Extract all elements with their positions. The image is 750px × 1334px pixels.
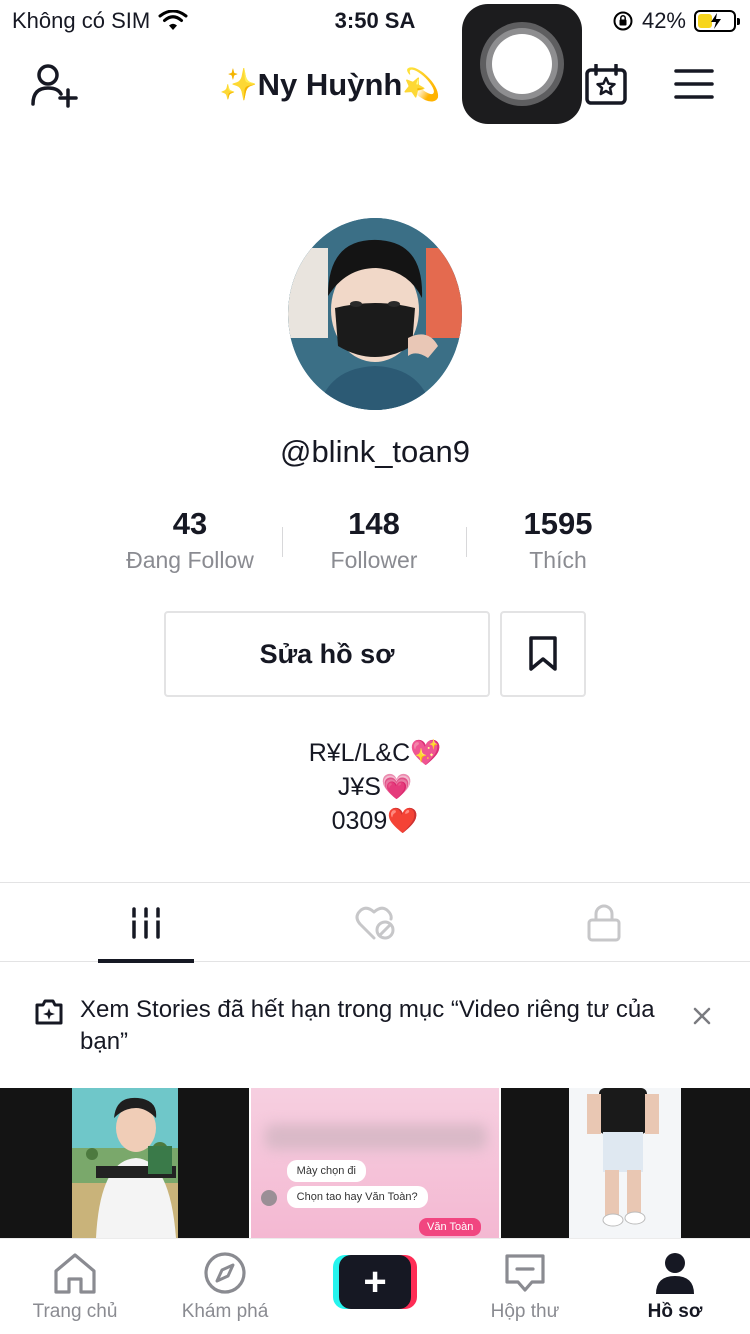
- stories-banner[interactable]: Xem Stories đã hết hạn trong mục “Video …: [0, 988, 750, 1068]
- nav-profile[interactable]: Hồ sơ: [615, 1251, 735, 1323]
- chat-bubble: Chọn tao hay Văn Toàn?: [286, 1186, 428, 1208]
- camera-sparkle-icon: [35, 999, 63, 1025]
- nav-home-label: Trang chủ: [32, 1301, 118, 1322]
- bio-line: J¥S💗: [337, 773, 413, 801]
- nav-discover-label: Khám phá: [181, 1301, 269, 1322]
- video-thumbnail[interactable]: [0, 1088, 249, 1238]
- profile-icon: [656, 1253, 694, 1294]
- status-bar: Không có SIM 3:50 SA 42%: [0, 0, 750, 42]
- lock-icon: [587, 904, 621, 941]
- tab-private[interactable]: [556, 883, 652, 962]
- orientation-lock-icon: [613, 11, 633, 31]
- nav-inbox[interactable]: Hộp thư: [465, 1251, 585, 1323]
- liked-hidden-icon: [355, 906, 395, 939]
- username: @blink_toan9: [279, 434, 471, 469]
- avatar[interactable]: [288, 218, 462, 410]
- nav-home[interactable]: Trang chủ: [15, 1251, 135, 1323]
- stat-followers-label: Follower: [330, 547, 418, 573]
- compass-icon: [204, 1252, 246, 1294]
- banner-close-button[interactable]: [688, 1002, 716, 1035]
- bookmarks-button[interactable]: [500, 611, 586, 697]
- plus-icon: +: [339, 1255, 411, 1309]
- stat-following-value: 43: [172, 506, 208, 541]
- stories-banner-text: Xem Stories đã hết hạn trong mục “Video …: [80, 996, 655, 1055]
- nav-profile-label: Hồ sơ: [647, 1301, 703, 1322]
- home-icon: [54, 1253, 96, 1294]
- stat-likes-label: Thích: [529, 547, 587, 573]
- bottom-nav: Trang chủ Khám phá + Hộp thư Hồ sơ: [0, 1238, 750, 1334]
- chat-avatar: [260, 1190, 277, 1206]
- stat-following[interactable]: 43 Đang Follow: [98, 505, 282, 585]
- nav-discover[interactable]: Khám phá: [165, 1251, 285, 1323]
- calendar-button[interactable]: [584, 63, 628, 111]
- tab-videos[interactable]: [98, 883, 194, 963]
- battery-charging-icon: [694, 10, 740, 32]
- bio-line: 0309❤️: [331, 807, 419, 835]
- calendar-star-icon: [585, 63, 627, 105]
- edit-profile-button[interactable]: Sửa hồ sơ: [164, 611, 490, 697]
- stat-followers-value: 148: [348, 506, 400, 541]
- inbox-icon: [505, 1254, 545, 1292]
- banner-icon-wrap: [34, 998, 64, 1031]
- create-button[interactable]: +: [333, 1255, 417, 1309]
- stat-likes[interactable]: 1595 Thích: [466, 505, 650, 585]
- bookmark-icon: [529, 636, 557, 671]
- menu-button[interactable]: [674, 68, 714, 105]
- stat-following-label: Đang Follow: [126, 547, 254, 573]
- close-icon: [693, 1007, 711, 1025]
- nav-inbox-label: Hộp thư: [490, 1301, 560, 1322]
- menu-icon: [674, 69, 714, 99]
- grid-icon: [131, 906, 161, 939]
- profile-bio: R¥L/L&C💖 J¥S💗 0309❤️: [0, 736, 750, 838]
- battery-percent: 42%: [641, 8, 686, 33]
- chat-answer: Văn Toàn: [419, 1218, 482, 1236]
- video-grid: Mày chọn đi Chọn tao hay Văn Toàn? Văn T…: [0, 1088, 750, 1238]
- chat-bubble: Mày chọn đi: [286, 1160, 366, 1182]
- stat-likes-value: 1595: [523, 506, 593, 541]
- stat-followers[interactable]: 148 Follower: [282, 505, 466, 585]
- blurred-text: [264, 1124, 487, 1150]
- status-right: 42%: [612, 8, 740, 34]
- profile-tabs: [0, 882, 750, 963]
- bio-line: R¥L/L&C💖: [308, 739, 442, 767]
- video-thumbnail[interactable]: Mày chọn đi Chọn tao hay Văn Toàn? Văn T…: [250, 1088, 500, 1238]
- profile-display-name[interactable]: ✨Ny Huỳnh💫: [0, 66, 660, 103]
- video-thumbnail[interactable]: [501, 1088, 750, 1238]
- profile-stats: 43 Đang Follow 148 Follower 1595 Thích: [98, 505, 650, 585]
- tab-liked[interactable]: [328, 883, 424, 962]
- profile-header: ✨Ny Huỳnh💫: [0, 56, 750, 116]
